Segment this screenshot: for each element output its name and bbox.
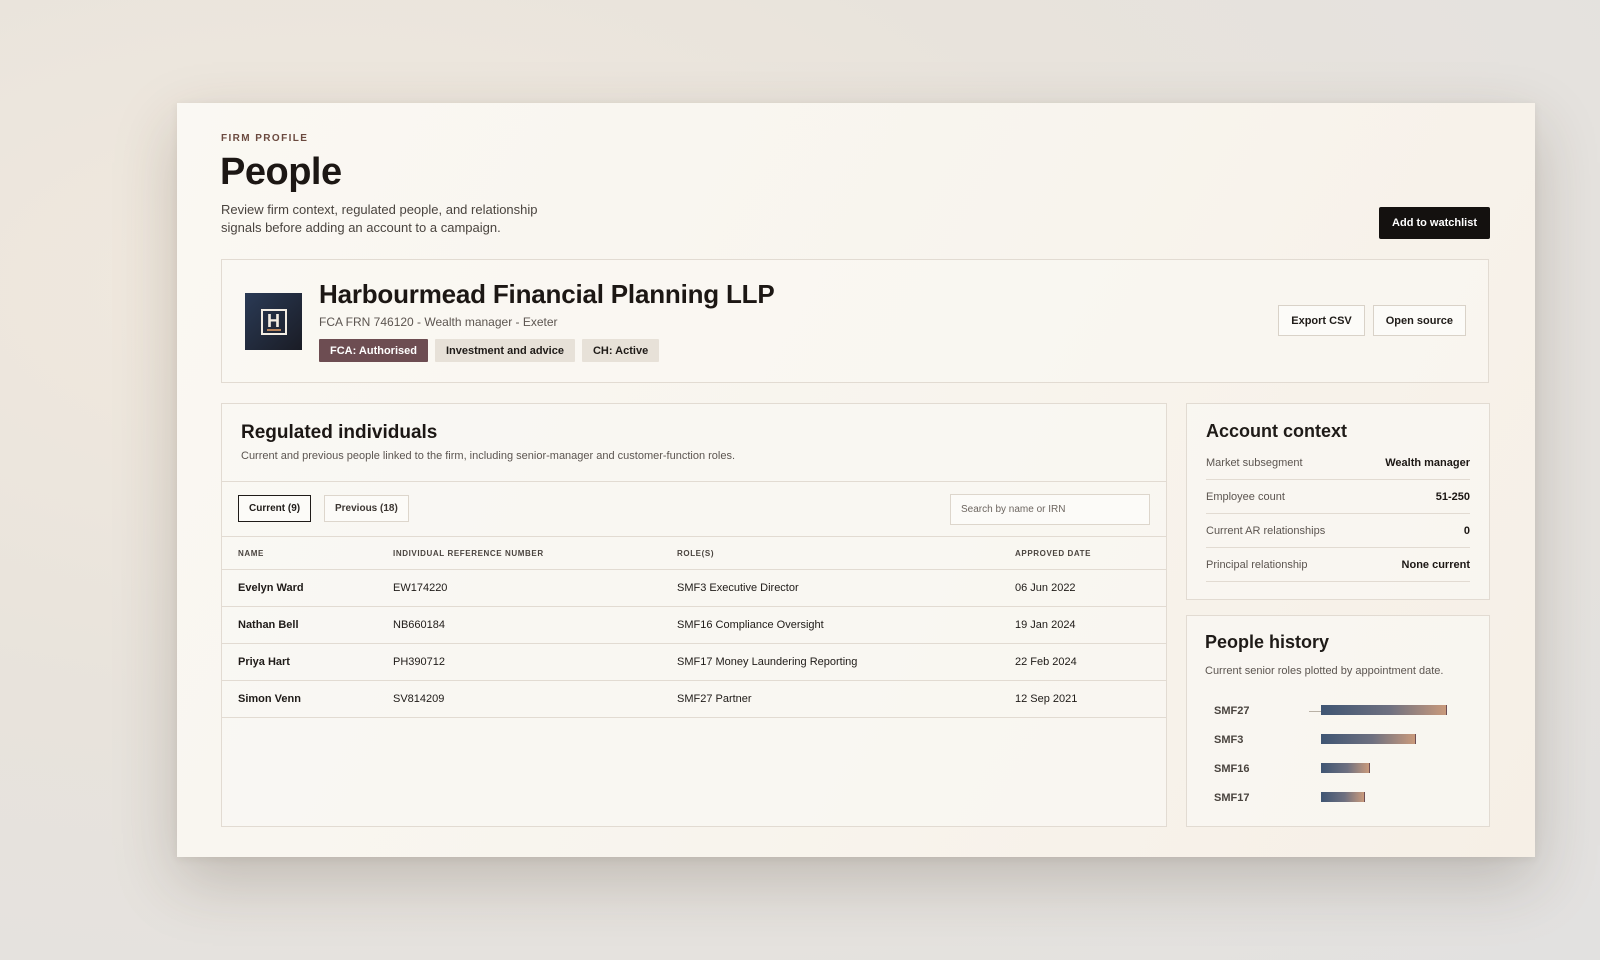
context-value: Wealth manager — [1385, 456, 1470, 469]
table-header-row: NAME INDIVIDUAL REFERENCE NUMBER ROLE(S)… — [222, 537, 1166, 570]
table-row[interactable]: Evelyn Ward EW174220 SMF3 Executive Dire… — [222, 569, 1166, 607]
building-icon: H — [260, 308, 287, 335]
page-eyebrow: FIRM PROFILE — [221, 133, 309, 144]
people-history-card: People history Current senior roles plot… — [1186, 615, 1490, 827]
context-label: Employee count — [1206, 490, 1285, 503]
person-irn: SV814209 — [393, 680, 677, 718]
regulated-individuals-card: Regulated individuals Current and previo… — [221, 403, 1167, 827]
chart-bar — [1321, 705, 1447, 715]
person-approved-date: 19 Jan 2024 — [1015, 606, 1166, 644]
search-input[interactable] — [950, 494, 1150, 525]
context-label: Market subsegment — [1206, 456, 1303, 469]
table-row[interactable]: Simon Venn SV814209 SMF27 Partner 12 Sep… — [222, 680, 1166, 718]
context-row-ar-relationships: Current AR relationships 0 — [1206, 514, 1470, 548]
chart-bar — [1321, 763, 1370, 773]
column-header-irn[interactable]: INDIVIDUAL REFERENCE NUMBER — [393, 537, 677, 570]
context-list: Market subsegment Wealth manager Employe… — [1206, 446, 1470, 582]
person-irn: NB660184 — [393, 606, 677, 644]
context-row-employee-count: Employee count 51-250 — [1206, 480, 1470, 514]
person-name[interactable]: Simon Venn — [222, 680, 393, 718]
chart-bar — [1321, 734, 1416, 744]
firm-actions: Export CSV Open source — [1278, 305, 1466, 336]
table-row[interactable]: Priya Hart PH390712 SMF17 Money Launderi… — [222, 643, 1166, 681]
context-row-principal-relationship: Principal relationship None current — [1206, 548, 1470, 582]
context-row-market-subsegment: Market subsegment Wealth manager — [1206, 446, 1470, 480]
people-header: Regulated individuals Current and previo… — [222, 404, 1166, 482]
people-toolbar: Current (9) Previous (18) — [222, 482, 1166, 537]
tab-current[interactable]: Current (9) — [238, 495, 312, 522]
export-csv-button[interactable]: Export CSV — [1278, 305, 1365, 336]
context-label: Principal relationship — [1206, 558, 1308, 571]
chart-bar-label: SMF17 — [1214, 792, 1250, 804]
column-header-roles[interactable]: ROLE(S) — [677, 537, 1015, 570]
person-approved-date: 06 Jun 2022 — [1015, 569, 1166, 607]
people-subtitle: Current and previous people linked to th… — [241, 450, 736, 462]
chart-bar-row: SMF27 — [1205, 697, 1473, 726]
open-source-button[interactable]: Open source — [1372, 305, 1466, 336]
status-badge-fca: FCA: Authorised — [319, 339, 428, 362]
chart-bar-row: SMF3 — [1205, 726, 1473, 755]
page-description: Review firm context, regulated people, a… — [221, 202, 538, 235]
chart-bar-row: SMF16 — [1205, 755, 1473, 784]
person-role: SMF17 Money Laundering Reporting — [677, 643, 1015, 681]
chart-bar — [1321, 792, 1365, 802]
column-header-approved-date[interactable]: APPROVED DATE — [1015, 537, 1166, 570]
person-name[interactable]: Evelyn Ward — [222, 569, 393, 607]
chart-bar-label: SMF27 — [1214, 705, 1250, 717]
status-badge-companies-house: CH: Active — [581, 339, 660, 362]
person-role: SMF27 Partner — [677, 680, 1015, 718]
context-label: Current AR relationships — [1206, 524, 1326, 537]
person-name[interactable]: Priya Hart — [222, 643, 393, 681]
firm-name: Harbourmead Financial Planning LLP — [319, 279, 775, 309]
chart-bar-label: SMF3 — [1214, 734, 1244, 746]
tab-previous[interactable]: Previous (18) — [324, 495, 409, 522]
app-window: FIRM PROFILE People Review firm context,… — [177, 103, 1535, 857]
firm-summary-card: H Harbourmead Financial Planning LLP FCA… — [221, 259, 1489, 383]
chart-bar-row: SMF17 — [1205, 784, 1473, 813]
account-context-card: Account context Market subsegment Wealth… — [1186, 403, 1490, 600]
column-header-name[interactable]: NAME — [222, 537, 393, 570]
context-value: 0 — [1463, 524, 1470, 537]
context-value: 51-250 — [1435, 490, 1470, 503]
people-title: Regulated individuals — [241, 422, 438, 443]
chart-axis-tick — [1309, 711, 1321, 712]
history-subtitle: Current senior roles plotted by appointm… — [1205, 665, 1444, 677]
person-irn: EW174220 — [393, 569, 677, 607]
person-irn: PH390712 — [393, 643, 677, 681]
person-approved-date: 22 Feb 2024 — [1015, 643, 1166, 681]
person-role: SMF16 Compliance Oversight — [677, 606, 1015, 644]
page-title: People — [220, 151, 342, 193]
firm-logo: H — [245, 293, 302, 350]
person-name[interactable]: Nathan Bell — [222, 606, 393, 644]
history-title: People history — [1205, 632, 1330, 652]
firm-meta: FCA FRN 746120 - Wealth manager - Exeter — [319, 315, 558, 329]
person-approved-date: 12 Sep 2021 — [1015, 680, 1166, 718]
person-role: SMF3 Executive Director — [677, 569, 1015, 607]
status-badge-sector: Investment and advice — [434, 339, 575, 362]
people-table: NAME INDIVIDUAL REFERENCE NUMBER ROLE(S)… — [222, 537, 1166, 718]
history-chart: SMF27 SMF3 SMF16 SMF17 — [1205, 697, 1473, 813]
add-to-watchlist-button[interactable]: Add to watchlist — [1379, 207, 1490, 239]
context-value: None current — [1401, 558, 1470, 571]
context-title: Account context — [1206, 421, 1348, 441]
firm-tags: FCA: Authorised Investment and advice CH… — [319, 339, 660, 362]
table-row[interactable]: Nathan Bell NB660184 SMF16 Compliance Ov… — [222, 606, 1166, 644]
chart-bar-label: SMF16 — [1214, 763, 1250, 775]
